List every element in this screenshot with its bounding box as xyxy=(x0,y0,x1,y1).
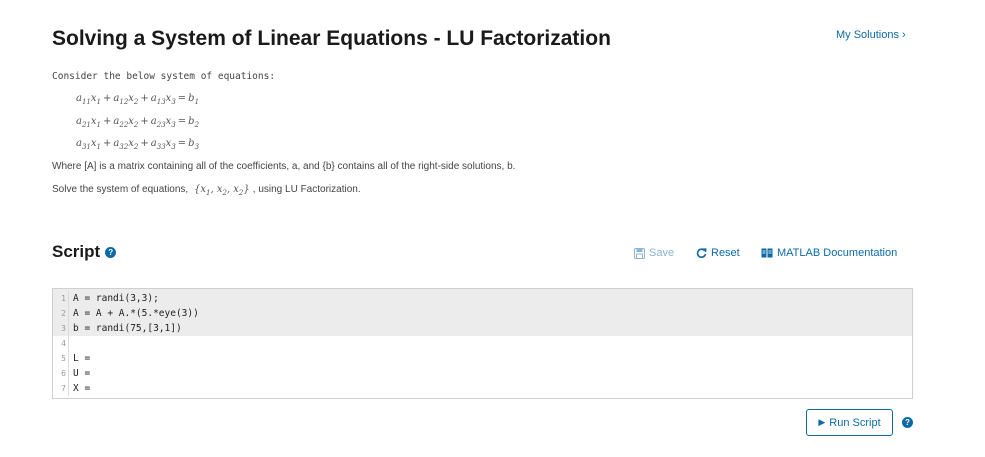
line-number: 5 xyxy=(53,351,69,366)
book-icon xyxy=(761,248,773,258)
where-description: Where [A] is a matrix containing all of … xyxy=(52,161,516,172)
my-solutions-link[interactable]: My Solutions › xyxy=(836,29,906,41)
line-number: 2 xyxy=(53,306,69,321)
line-code[interactable]: L = xyxy=(69,353,90,364)
equation-2: a21x1 + a22x2 + a23x3 = b2 xyxy=(76,116,200,129)
code-editor[interactable]: 1 A = randi(3,3); 2 A = A + A.*(5.*eye(3))… xyxy=(52,288,913,399)
reset-icon xyxy=(696,247,707,258)
equation-3: a31x1 + a32x2 + a33x3 = b3 xyxy=(76,138,200,151)
line-code: b = randi(75,[3,1]) xyxy=(73,323,182,334)
line-code: A = A + A.*(5.*eye(3)) xyxy=(73,308,199,319)
solve-suffix: , using LU Factorization. xyxy=(252,184,361,195)
code-line: 2 A = A + A.*(5.*eye(3)) xyxy=(53,306,912,321)
code-line[interactable]: 4 xyxy=(53,336,912,351)
reset-button[interactable]: Reset xyxy=(696,247,740,259)
line-code: A = randi(3,3); xyxy=(73,293,159,304)
line-number: 7 xyxy=(53,381,69,396)
script-heading: Script ? xyxy=(52,242,117,262)
solve-prefix: Solve the system of equations, xyxy=(52,184,189,195)
page-title: Solving a System of Linear Equations - L… xyxy=(52,27,611,50)
line-code[interactable]: U = xyxy=(69,368,90,379)
reset-label: Reset xyxy=(711,247,740,259)
run-script-label: Run Script xyxy=(829,416,881,429)
code-line[interactable]: 6U = xyxy=(53,366,912,381)
solve-instruction: Solve the system of equations, {x1, x2, … xyxy=(52,184,361,197)
code-line: 1 A = randi(3,3); xyxy=(53,291,912,306)
equation-1: a11x1 + a12x2 + a13x3 = b1 xyxy=(76,93,200,106)
save-button[interactable]: Save xyxy=(634,247,674,259)
my-solutions-label: My Solutions xyxy=(836,29,899,41)
unknowns-set: {x1, x2, x2} xyxy=(193,184,250,197)
line-code[interactable]: X = xyxy=(69,383,90,394)
line-number: 4 xyxy=(53,336,69,351)
save-label: Save xyxy=(649,247,675,259)
code-line[interactable]: 7X = xyxy=(53,381,912,396)
save-icon xyxy=(634,247,645,259)
run-script-button[interactable]: ▶ Run Script xyxy=(806,409,893,436)
code-line[interactable]: 5L = xyxy=(53,351,912,366)
matlab-documentation-link[interactable]: MATLAB Documentation xyxy=(761,247,897,259)
line-number: 6 xyxy=(53,366,69,381)
run-help-icon[interactable]: ? xyxy=(902,417,913,428)
line-number: 3 xyxy=(53,321,69,336)
code-line: 3 b = randi(75,[3,1]) xyxy=(53,321,912,336)
problem-intro: Consider the below system of equations: xyxy=(52,71,276,82)
doc-label: MATLAB Documentation xyxy=(777,247,898,259)
play-icon: ▶ xyxy=(818,417,826,427)
chevron-right-icon: › xyxy=(901,29,906,41)
help-icon[interactable]: ? xyxy=(105,246,117,258)
script-heading-label: Script xyxy=(52,242,101,261)
line-number: 1 xyxy=(53,291,69,306)
